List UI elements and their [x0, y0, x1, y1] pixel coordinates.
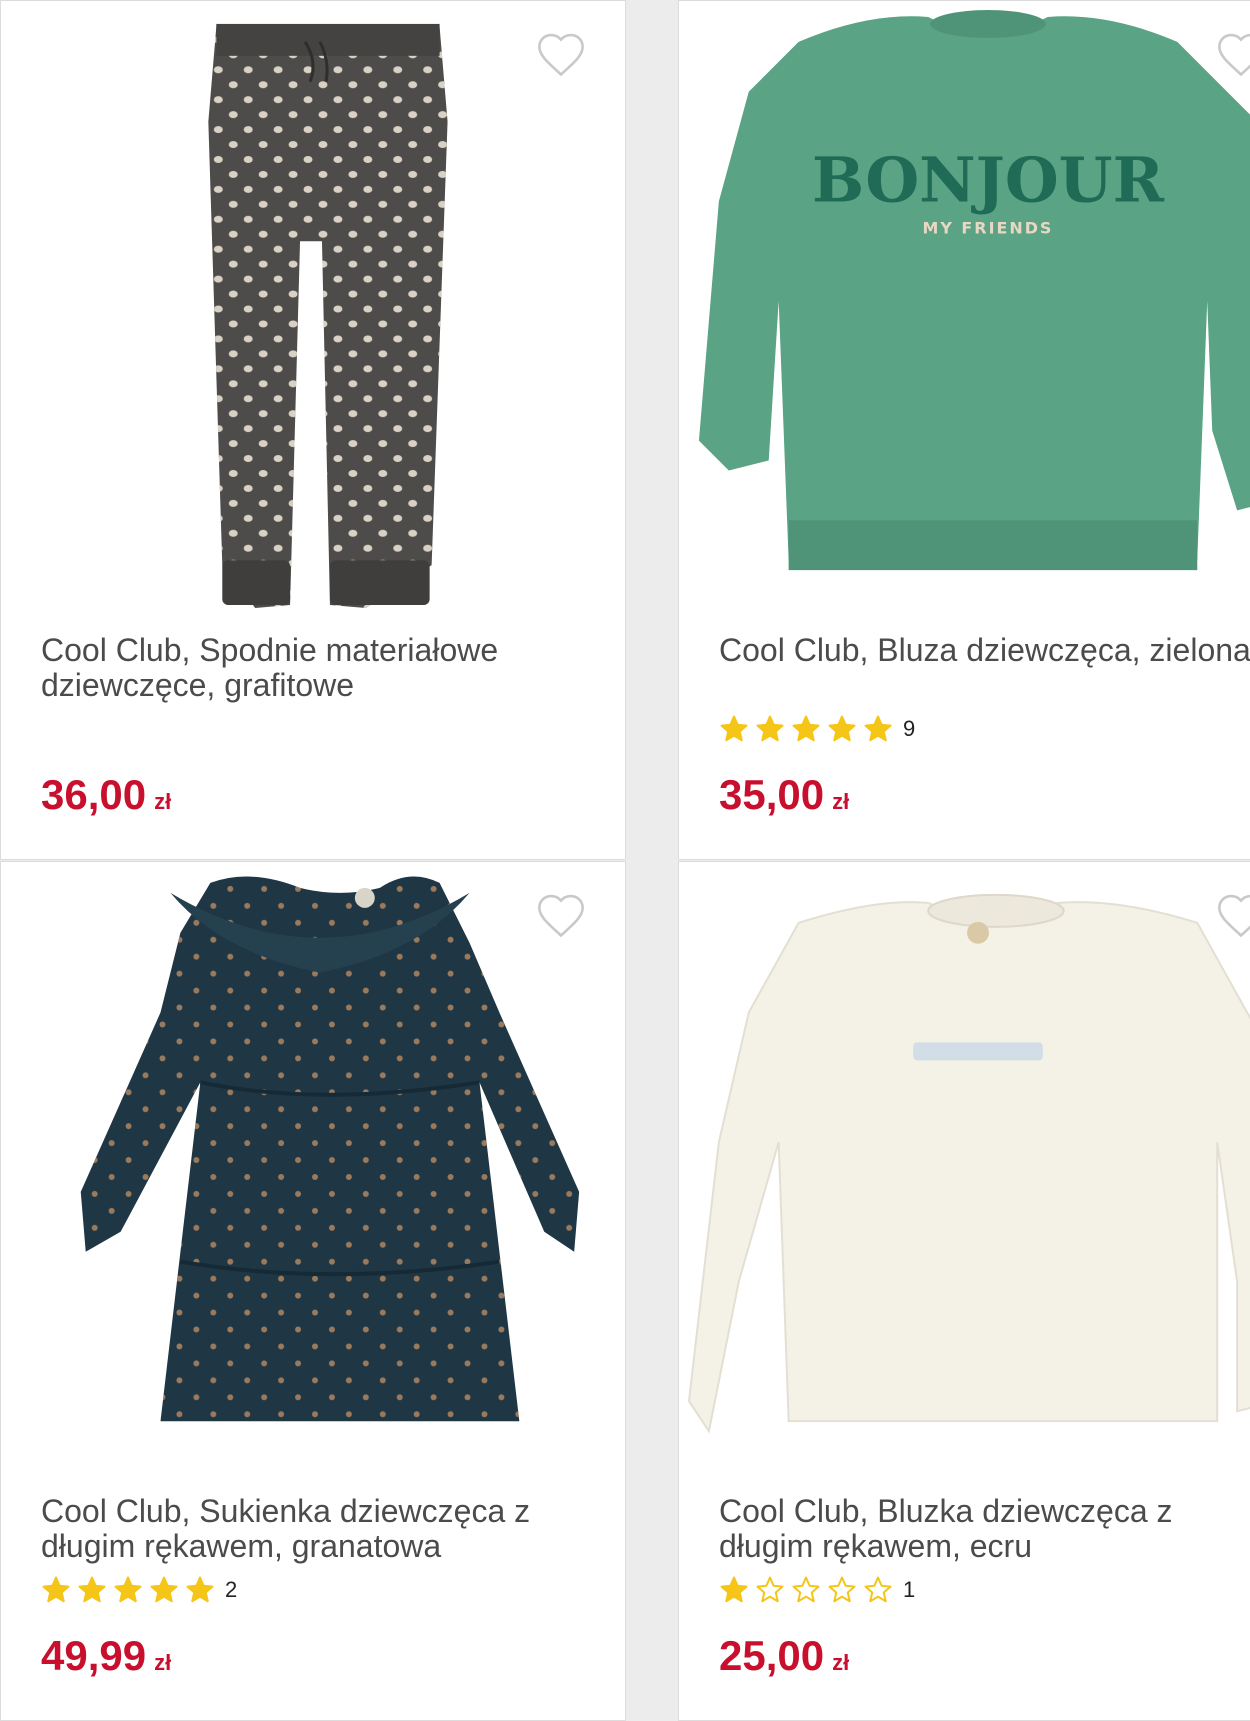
print-sub-text: MY FRIENDS [923, 218, 1054, 237]
product-card[interactable]: BONJOUR MY FRIENDS Cool Club, Bluza dzie… [678, 0, 1250, 860]
star-filled-icon [114, 1576, 142, 1603]
star-outline-icon [828, 1576, 856, 1603]
product-price: 49,99 zł [41, 1632, 171, 1680]
print-main-text: BONJOUR [812, 143, 1165, 216]
price-value: 36,00 [41, 771, 147, 818]
star-outline-icon [756, 1576, 784, 1603]
star-filled-icon [828, 715, 856, 742]
rating-count: 2 [225, 1577, 238, 1602]
product-card[interactable]: Cool Club, Sukienka dziewczęca z długim … [0, 861, 626, 1721]
rating-count: 1 [903, 1577, 916, 1602]
star-filled-icon [150, 1576, 178, 1603]
product-image[interactable]: BONJOUR MY FRIENDS [679, 1, 1250, 621]
star-filled-icon [756, 715, 784, 742]
star-outline-icon [864, 1576, 892, 1603]
star-outline-icon [792, 1576, 820, 1603]
product-image[interactable] [679, 862, 1250, 1482]
star-filled-icon [42, 1576, 70, 1603]
star-filled-icon [78, 1576, 106, 1603]
product-card[interactable]: Cool Club, Bluzka dziewczęca z długim rę… [678, 861, 1250, 1721]
wishlist-heart-icon[interactable] [535, 29, 587, 81]
product-price: 35,00 zł [719, 771, 849, 819]
star-filled-icon [720, 715, 748, 742]
price-value: 35,00 [719, 771, 825, 818]
product-card[interactable]: Cool Club, Spodnie materiałowe dziewczęc… [0, 0, 626, 860]
star-filled-icon [186, 1576, 214, 1603]
product-title[interactable]: Cool Club, Spodnie materiałowe dziewczęc… [41, 633, 581, 703]
price-value: 49,99 [41, 1632, 147, 1679]
product-title[interactable]: Cool Club, Bluzka dziewczęca z długim rę… [719, 1494, 1250, 1564]
price-currency: zł [154, 789, 172, 814]
star-filled-icon [864, 715, 892, 742]
product-price: 25,00 zł [719, 1632, 849, 1680]
product-title[interactable]: Cool Club, Sukienka dziewczęca z długim … [41, 1494, 581, 1564]
star-filled-icon [720, 1576, 748, 1603]
price-currency: zł [832, 789, 850, 814]
price-value: 25,00 [719, 1632, 825, 1679]
product-grid: Cool Club, Spodnie materiałowe dziewczęc… [0, 0, 1250, 1721]
product-price: 36,00 zł [41, 771, 171, 819]
product-image[interactable] [1, 1, 625, 621]
price-currency: zł [154, 1650, 172, 1675]
wishlist-heart-icon[interactable] [1215, 29, 1250, 81]
wishlist-heart-icon[interactable] [1215, 890, 1250, 942]
star-filled-icon [792, 715, 820, 742]
rating-count: 9 [903, 716, 916, 741]
product-image[interactable] [1, 862, 625, 1482]
price-currency: zł [832, 1650, 850, 1675]
product-rating: 2 [41, 1575, 237, 1605]
product-rating: 1 [719, 1575, 915, 1605]
product-rating: 9 [719, 714, 915, 744]
product-title[interactable]: Cool Club, Bluza dziewczęca, zielona [719, 633, 1250, 668]
wishlist-heart-icon[interactable] [535, 890, 587, 942]
